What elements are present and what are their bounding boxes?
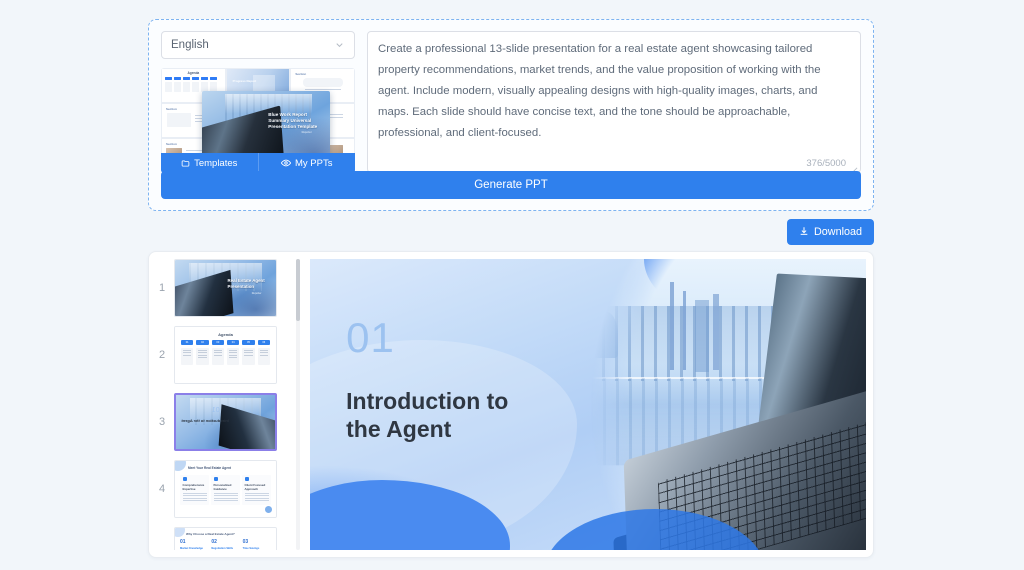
folder-icon — [181, 159, 190, 168]
template-featured-card[interactable]: Blue Work Report Summary Universal Prese… — [201, 91, 330, 161]
generator-input-row: English Agenda Progress Report Section S… — [161, 31, 861, 175]
template-card-title: Blue Work Report Summary Universal Prese… — [268, 111, 318, 130]
list-item[interactable]: 2 Agenda 01 02 03 04 05 06 — [156, 326, 290, 384]
thumbnail-number: 2 — [158, 349, 166, 361]
template-preview[interactable]: Agenda Progress Report Section Section S… — [161, 68, 355, 173]
template-card-subtitle: Reporter — [301, 131, 312, 135]
prompt-textarea[interactable]: Create a professional 13-slide presentat… — [367, 31, 861, 175]
language-select-value: English — [171, 39, 209, 51]
ppt-generator-panel: English Agenda Progress Report Section S… — [148, 19, 874, 211]
presentation-preview-panel: 1 Real Estate Agent Presentation Reporte… — [148, 251, 874, 558]
thumbnail-number: 3 — [158, 416, 166, 428]
slide-thumbnail-rail[interactable]: 1 Real Estate Agent Presentation Reporte… — [156, 259, 296, 550]
slide-thumbnail-3[interactable]: 01 Introduction to the Agent — [174, 393, 277, 451]
chevron-down-icon — [334, 40, 345, 51]
textarea-resize-handle[interactable] — [849, 162, 858, 175]
list-item[interactable]: 4 Meet Your Real Estate Agent Comprehens… — [156, 460, 290, 518]
scrollbar-thumb[interactable] — [296, 259, 300, 321]
slide-thumbnail-5[interactable]: Why Choose a Real Estate Agent? 01 Market… — [174, 527, 277, 550]
thumbnail-title: Meet Your Real Estate Agent — [188, 466, 231, 470]
thumbnail-title: Why Choose a Real Estate Agent? — [186, 532, 235, 536]
slide-thumbnail-1[interactable]: Real Estate Agent Presentation Reporter — [174, 259, 277, 317]
thumbnail-art: 01 Introduction to the Agent — [176, 395, 275, 449]
tab-my-ppts-label: My PPTs — [295, 157, 333, 169]
thumbnail-rail-scrollbar[interactable] — [296, 259, 300, 550]
thumbnail-art: Why Choose a Real Estate Agent? 01 Market… — [175, 528, 276, 550]
thumbnail-subtitle: Reporter — [251, 292, 262, 296]
template-column: English Agenda Progress Report Section S… — [161, 31, 355, 173]
thumbnail-art: Agenda 01 02 03 04 05 06 — [175, 327, 276, 383]
thumbnail-number: 1 — [158, 282, 166, 294]
download-button-label: Download — [813, 226, 862, 238]
tab-templates-label: Templates — [194, 157, 238, 169]
download-icon — [799, 226, 809, 239]
list-item[interactable]: 3 01 Introduction to the Agent — [156, 393, 290, 451]
download-button[interactable]: Download — [786, 219, 874, 245]
list-item[interactable]: 1 Real Estate Agent Presentation Reporte… — [156, 259, 290, 317]
thumbnail-art: Real Estate Agent Presentation Reporter — [175, 260, 276, 316]
character-counter: 376/5000 — [806, 158, 846, 169]
slide-title: Introduction to the Agent — [346, 388, 509, 443]
current-slide: 01 Introduction to the Agent — [310, 259, 866, 550]
prompt-text-value: Create a professional 13-slide presentat… — [378, 43, 824, 139]
slide-stage: 01 Introduction to the Agent — [310, 259, 866, 550]
eye-icon — [281, 158, 291, 168]
tab-templates[interactable]: Templates — [161, 153, 258, 173]
slide-thumbnail-4[interactable]: Meet Your Real Estate Agent Comprehensiv… — [174, 460, 277, 518]
generate-ppt-button[interactable]: Generate PPT — [161, 171, 861, 199]
tab-my-ppts[interactable]: My PPTs — [257, 153, 355, 173]
template-tab-row: Templates My PPTs — [161, 153, 355, 173]
thumbnail-section-number: 01 — [211, 406, 220, 414]
slide-thumbnail-2[interactable]: Agenda 01 02 03 04 05 06 — [174, 326, 277, 384]
thumbnail-title: Agenda — [218, 332, 233, 337]
thumbnail-title: Introduction to the Agent — [181, 417, 230, 423]
language-select[interactable]: English — [161, 31, 355, 59]
thumbnail-number: 4 — [158, 483, 166, 495]
thumbnail-title: Real Estate Agent Presentation — [227, 278, 265, 290]
thumbnail-art: Meet Your Real Estate Agent Comprehensiv… — [175, 461, 276, 517]
slide-section-number: 01 — [346, 314, 395, 362]
list-item[interactable]: 5 Why Choose a Real Estate Agent? 01Mark… — [156, 527, 290, 550]
